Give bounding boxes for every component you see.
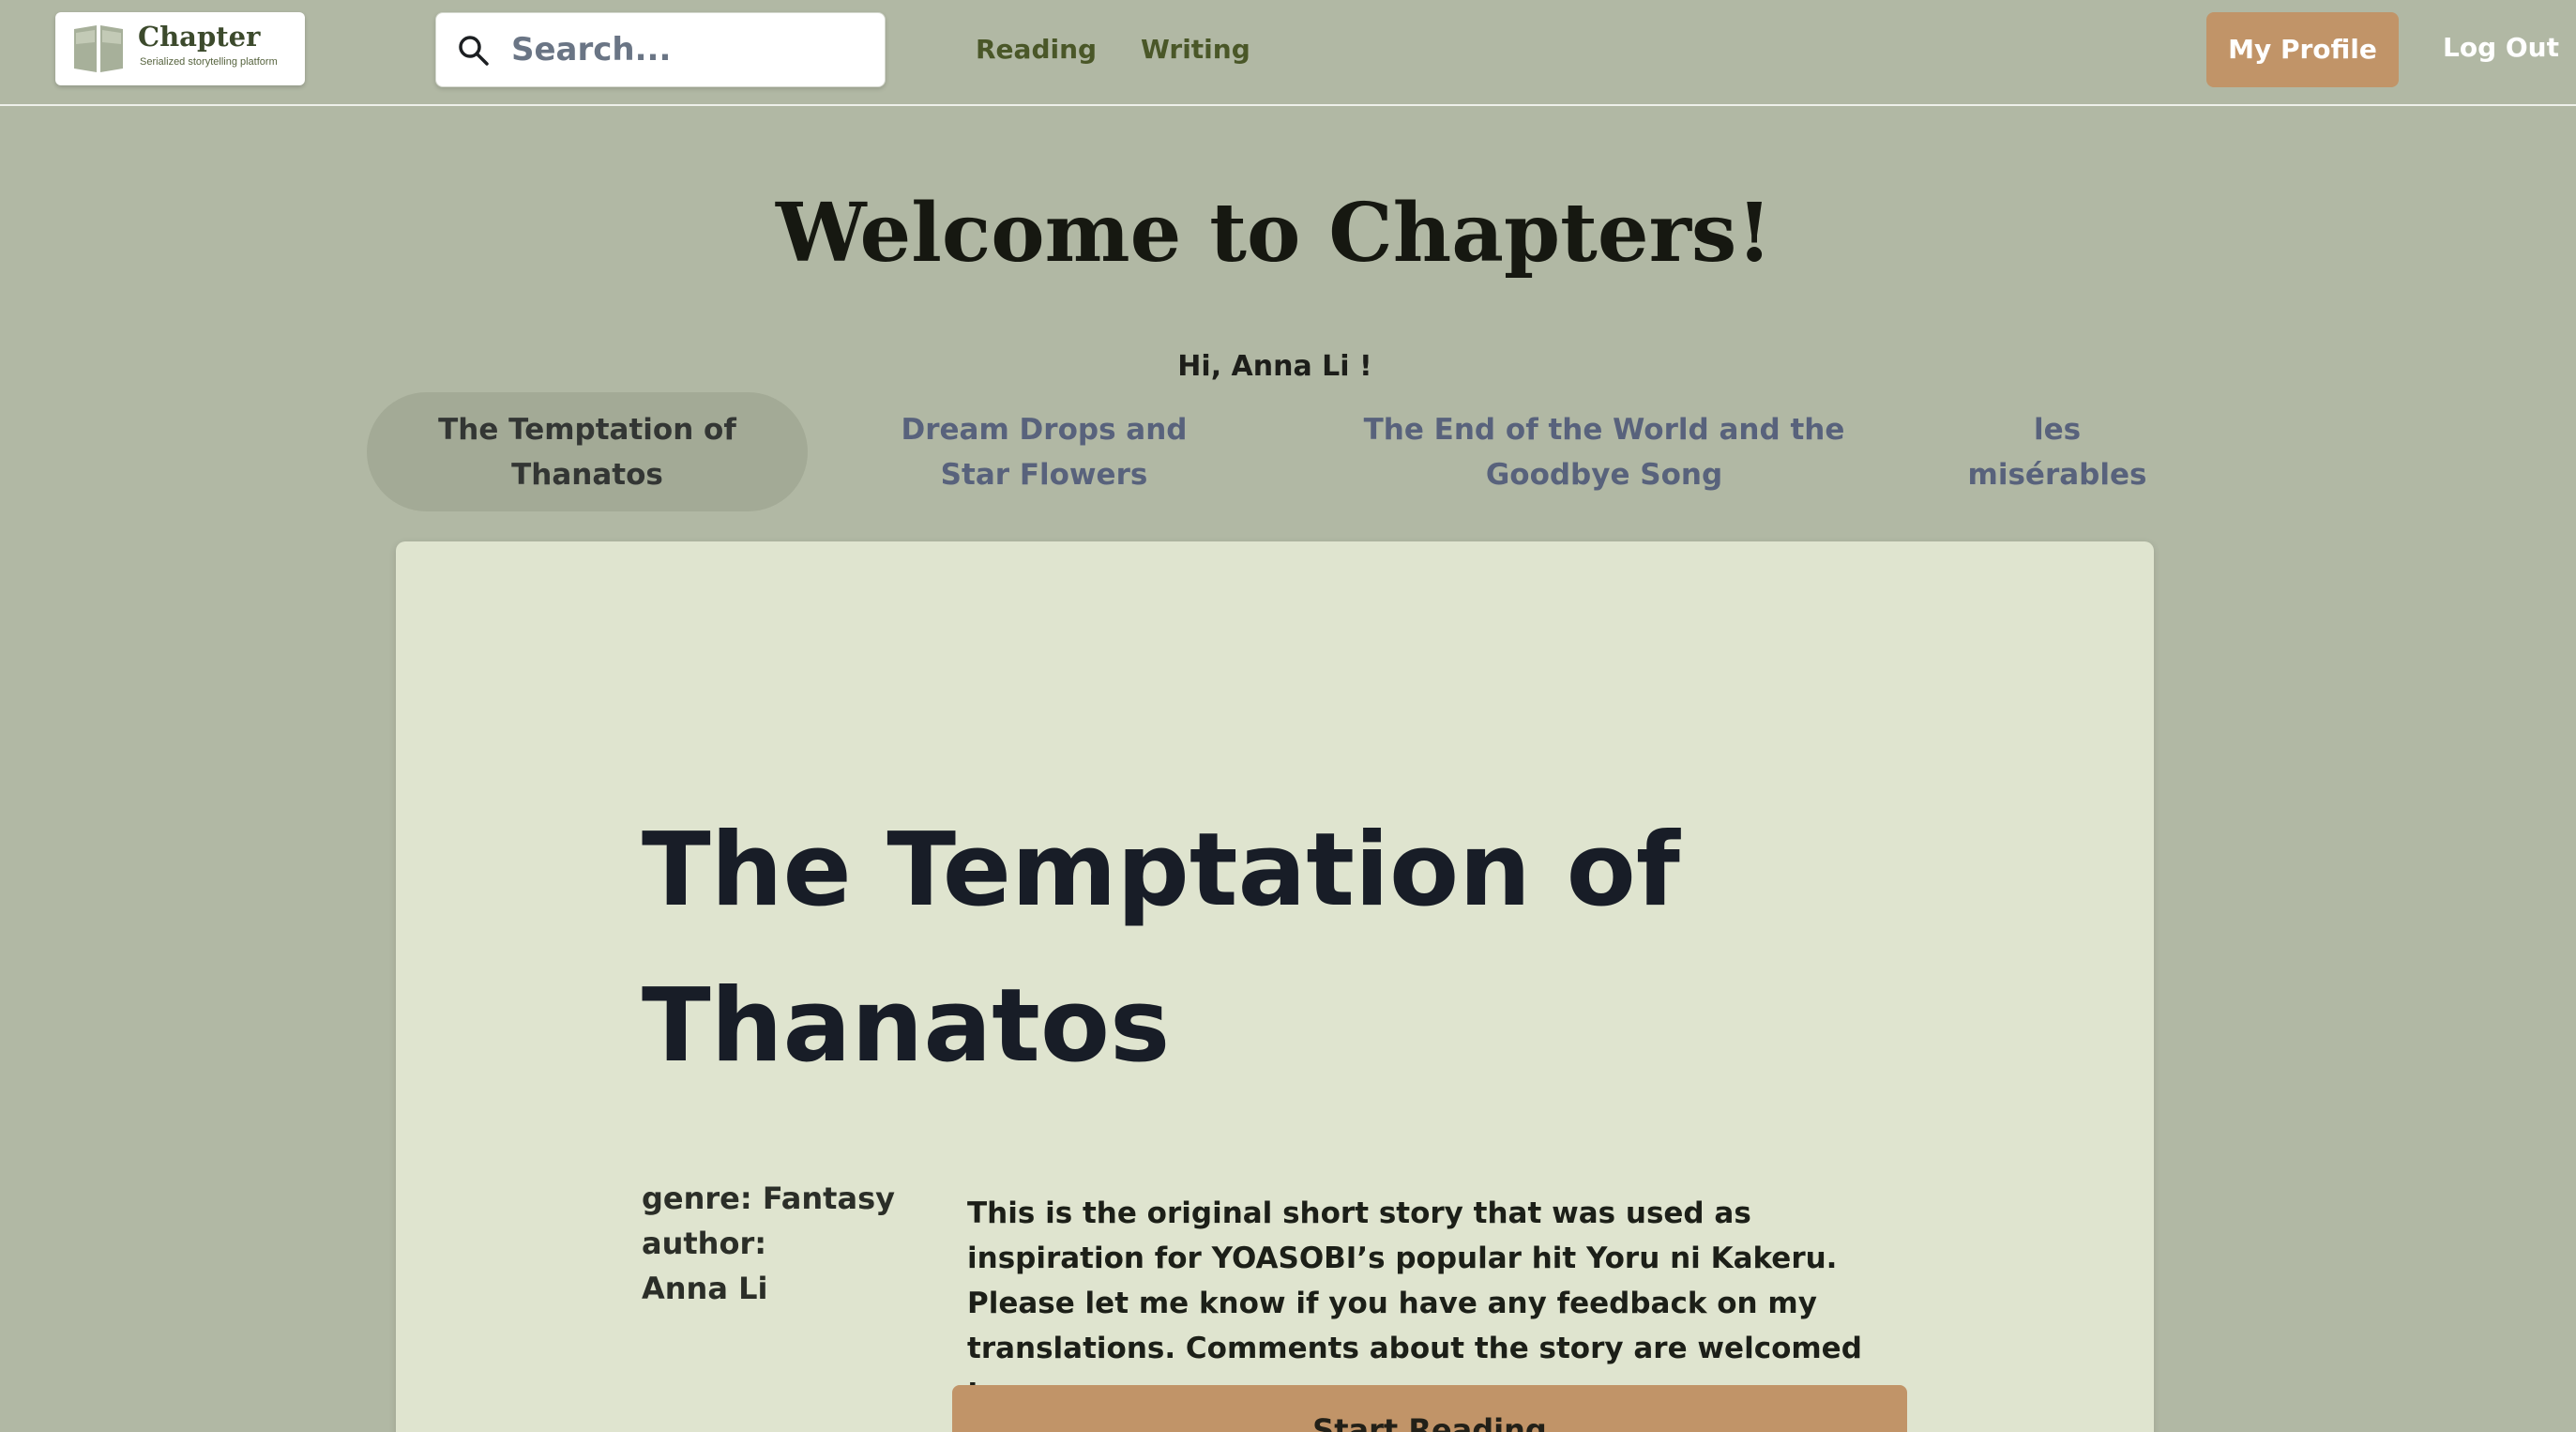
- tab-label: The End of the World and the Goodbye Son…: [1363, 412, 1845, 492]
- tab-the-end-of-the-world[interactable]: The End of the World and the Goodbye Son…: [1285, 392, 1923, 511]
- search-icon: [459, 36, 489, 66]
- story-meta: genre: Fantasy author: Anna Li: [642, 1176, 923, 1311]
- nav-link-reading[interactable]: Reading: [976, 34, 1097, 69]
- start-reading-button[interactable]: Start Reading: [952, 1385, 1907, 1432]
- open-book-icon: [74, 25, 123, 72]
- page: Chapter Serialized storytelling platform…: [0, 0, 2576, 1432]
- story-title: The Temptation of Thanatos: [642, 812, 1680, 1085]
- brand-name: Chapter: [138, 21, 261, 53]
- story-author: Anna Li: [642, 1271, 768, 1306]
- tab-the-temptation-of-thanatos[interactable]: The Temptation of Thanatos: [367, 392, 808, 511]
- search-box: [435, 12, 886, 87]
- story-description: This is the original short story that wa…: [967, 1196, 1862, 1410]
- user-greeting: Hi, Anna Li !: [1177, 350, 1372, 383]
- brand-tagline: Serialized storytelling platform: [140, 56, 278, 68]
- story-card: The Temptation of Thanatos genre: Fantas…: [396, 541, 2154, 1432]
- welcome-heading: Welcome to Chapters!: [775, 186, 1773, 281]
- tab-les-miserables[interactable]: les misérables: [1959, 392, 2156, 511]
- log-out-link[interactable]: Log Out: [2443, 32, 2559, 63]
- brand-logo[interactable]: Chapter Serialized storytelling platform: [55, 12, 305, 85]
- top-navigation-bar: Chapter Serialized storytelling platform…: [0, 0, 2576, 106]
- search-input[interactable]: [511, 13, 877, 86]
- tab-label: The Temptation of Thanatos: [438, 412, 736, 492]
- tab-label: les misérables: [1967, 412, 2147, 492]
- story-genre: genre: Fantasy: [642, 1181, 895, 1216]
- tab-label: Dream Drops and Star Flowers: [901, 412, 1188, 492]
- my-profile-button[interactable]: My Profile: [2206, 12, 2399, 87]
- author-label: author:: [642, 1226, 767, 1261]
- tab-dream-drops-and-star-flowers[interactable]: Dream Drops and Star Flowers: [836, 392, 1252, 511]
- nav-link-writing[interactable]: Writing: [1141, 34, 1250, 69]
